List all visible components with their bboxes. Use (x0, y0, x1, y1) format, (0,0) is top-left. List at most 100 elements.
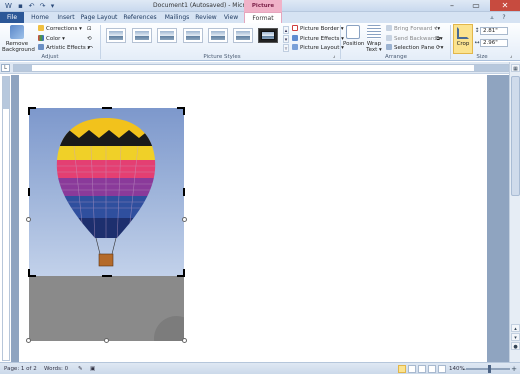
crop-handle[interactable] (28, 107, 30, 115)
group-separator (340, 25, 341, 59)
size-group-label: Size (476, 54, 488, 60)
print-layout-view-button[interactable] (398, 365, 406, 373)
picture-layout-button[interactable]: Picture Layout ▾ (292, 44, 344, 52)
group-icon[interactable]: ⧉▾ (436, 35, 448, 43)
picture-style-thumb[interactable] (233, 28, 253, 43)
width-field[interactable]: 2.96" (480, 39, 508, 47)
bring-forward-button[interactable]: Bring Forward ▾ (386, 25, 437, 33)
wrap-text-button[interactable]: Wrap Text ▾ (364, 25, 384, 53)
maximize-button[interactable]: ▭ (464, 0, 488, 11)
web-layout-view-button[interactable] (418, 365, 426, 373)
resize-handle[interactable] (104, 338, 109, 343)
full-screen-reading-view-button[interactable] (408, 365, 416, 373)
crop-handle[interactable] (102, 275, 112, 277)
align-icon[interactable]: ⫶▾ (436, 25, 448, 33)
crop-handle[interactable] (183, 269, 185, 277)
picture-style-thumb[interactable] (132, 28, 152, 43)
crop-handle[interactable] (102, 107, 112, 109)
hot-air-balloon-image[interactable] (29, 108, 184, 276)
crop-button[interactable]: Crop (453, 24, 473, 54)
send-backward-button[interactable]: Send Backward ▾ (386, 35, 441, 43)
browse-object-icon[interactable]: ● (511, 342, 520, 350)
tab-page-layout[interactable]: Page Layout (80, 12, 118, 23)
redo-icon[interactable]: ↷ (38, 2, 47, 10)
word-app-icon[interactable]: W (4, 2, 13, 10)
document-page[interactable] (19, 75, 487, 362)
page-count[interactable]: Page: 1 of 2 (4, 365, 37, 373)
tab-references[interactable]: References (121, 12, 159, 23)
height-field[interactable]: 2.81" (480, 27, 508, 35)
send-backward-icon (386, 35, 392, 41)
picture-style-thumb[interactable] (183, 28, 203, 43)
proofing-icon[interactable]: ✎ (78, 365, 83, 373)
crop-handle[interactable] (183, 107, 185, 115)
selection-pane-button[interactable]: Selection Pane (386, 44, 434, 52)
artistic-effects-button[interactable]: Artistic Effects ▾ (38, 44, 90, 52)
reset-picture-icon[interactable]: ⤺ (87, 44, 95, 52)
scroll-up-icon[interactable]: ▴ (511, 324, 520, 332)
zoom-slider[interactable] (466, 365, 510, 373)
resize-handle[interactable] (26, 338, 31, 343)
tab-review[interactable]: Review (195, 12, 217, 23)
crop-handle[interactable] (183, 188, 185, 196)
macro-record-icon[interactable]: ▣ (90, 365, 95, 373)
compress-pictures-icon[interactable]: ⊡ (87, 25, 95, 33)
tab-insert[interactable]: Insert (55, 12, 77, 23)
position-icon (346, 25, 360, 39)
crop-icon (457, 27, 469, 39)
picture-style-thumb[interactable] (258, 28, 278, 43)
picture-style-thumb[interactable] (157, 28, 177, 43)
change-picture-icon[interactable]: ⟲ (87, 35, 95, 43)
gallery-more-icon[interactable]: ▿ (283, 44, 289, 52)
tab-selector-icon[interactable]: L (1, 64, 10, 72)
draft-view-button[interactable] (438, 365, 446, 373)
ribbon-tabs: File Home Insert Page Layout References … (0, 12, 520, 23)
gallery-up-icon[interactable]: ▴ (283, 26, 289, 34)
zoom-in-icon[interactable]: + (511, 365, 517, 373)
gallery-down-icon[interactable]: ▾ (283, 35, 289, 43)
picture-border-button[interactable]: Picture Border ▾ (292, 25, 344, 33)
rotate-icon[interactable]: ⟳▾ (436, 44, 448, 52)
undo-icon[interactable]: ↶ (27, 2, 36, 10)
crop-handle[interactable] (28, 188, 30, 196)
picture-styles-group-label: Picture Styles (203, 54, 241, 60)
outline-view-button[interactable] (428, 365, 436, 373)
selection-pane-icon (386, 44, 392, 50)
group-separator (450, 25, 451, 59)
position-button[interactable]: Position (343, 25, 364, 53)
help-icon[interactable]: ? (500, 14, 508, 22)
horizontal-ruler[interactable] (13, 64, 509, 72)
zoom-slider-knob[interactable] (488, 365, 491, 373)
customize-qat-icon[interactable]: ▾ (48, 2, 57, 10)
minimize-button[interactable]: – (440, 0, 464, 11)
remove-background-button[interactable]: Remove Background (2, 25, 35, 53)
tab-view[interactable]: View (221, 12, 241, 23)
vertical-scrollbar[interactable]: ▦ ▴ ▾ ● (509, 62, 520, 362)
color-button[interactable]: Color ▾ (38, 35, 65, 43)
vertical-ruler[interactable] (2, 76, 10, 361)
close-button[interactable]: ✕ (490, 0, 520, 11)
scroll-down-icon[interactable]: ▾ (511, 333, 520, 341)
word-count[interactable]: Words: 0 (44, 365, 68, 373)
remove-background-icon (10, 25, 24, 39)
scrollbar-thumb[interactable] (511, 76, 520, 196)
tab-mailings[interactable]: Mailings (162, 12, 192, 23)
crop-handle[interactable] (28, 269, 30, 277)
picture-effects-button[interactable]: Picture Effects ▾ (292, 35, 344, 43)
tab-format[interactable]: Format (244, 12, 282, 23)
save-icon[interactable]: ▪ (16, 2, 25, 10)
picture-style-thumb[interactable] (106, 28, 126, 43)
ruler-toggle-icon[interactable]: ▦ (511, 64, 520, 72)
minimize-ribbon-icon[interactable]: ▵ (488, 14, 496, 22)
resize-handle[interactable] (182, 217, 187, 222)
tab-home[interactable]: Home (28, 12, 52, 23)
bring-forward-icon (386, 25, 392, 31)
tab-file[interactable]: File (0, 12, 24, 23)
size-dialog-launcher-icon[interactable]: ⌟ (510, 52, 512, 60)
selected-picture[interactable] (26, 107, 187, 343)
picture-style-thumb[interactable] (208, 28, 228, 43)
resize-handle[interactable] (182, 338, 187, 343)
corrections-button[interactable]: Corrections ▾ (38, 25, 82, 33)
resize-handle[interactable] (26, 217, 31, 222)
picture-styles-dialog-launcher-icon[interactable]: ⌟ (333, 52, 335, 60)
